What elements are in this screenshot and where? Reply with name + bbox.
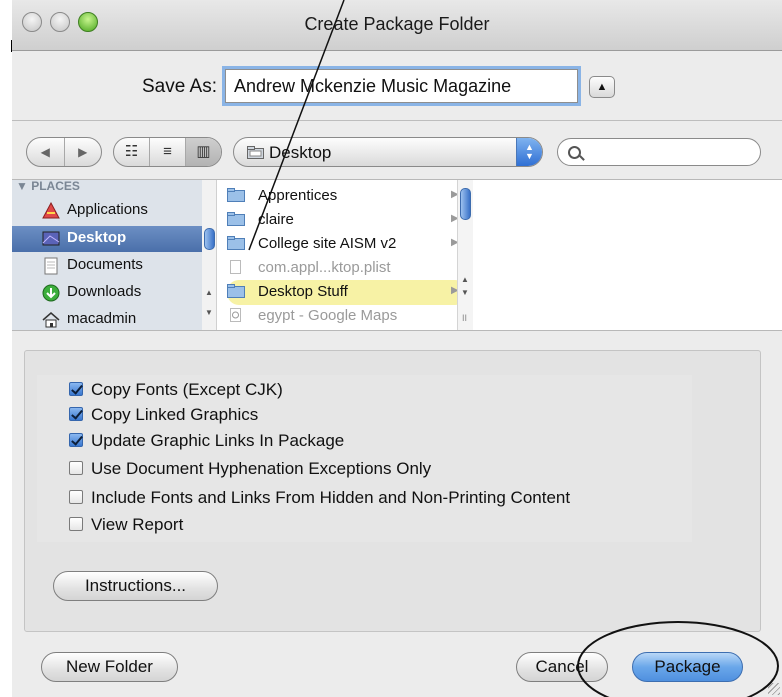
list-view-button[interactable]: ≡ — [149, 138, 185, 166]
resize-grip[interactable] — [768, 683, 780, 695]
sidebar-item-label: Applications — [67, 201, 148, 218]
scroll-down-arrow-icon[interactable]: ▼ — [205, 308, 213, 317]
chevron-up-icon: ▲ — [596, 81, 608, 93]
save-as-input[interactable]: Andrew Mckenzie Music Magazine — [225, 69, 578, 103]
checkbox-checked-icon — [69, 433, 83, 447]
folder-icon — [227, 236, 245, 250]
sidebar-item-macadmin[interactable]: macadmin — [12, 307, 202, 330]
folder-icon — [247, 146, 264, 159]
package-options-panel: Copy Fonts (Except CJK) Copy Linked Grap… — [24, 350, 761, 632]
folder-icon — [227, 212, 245, 226]
sidebar-item-label: Desktop — [67, 229, 127, 246]
search-icon — [568, 146, 581, 159]
downloads-icon — [42, 284, 60, 302]
sidebar-scroll-thumb[interactable] — [204, 228, 215, 250]
back-button[interactable]: ◀ — [27, 138, 64, 166]
file-name: Desktop Stuff — [258, 283, 348, 300]
checkbox-checked-icon — [69, 382, 83, 396]
file-name: egypt - Google Maps — [258, 307, 398, 324]
history-nav: ◀ ▶ — [26, 137, 102, 167]
file-name: Apprentices — [258, 187, 338, 204]
checkbox-label: Use Document Hyphenation Exceptions Only — [91, 459, 432, 478]
sidebar-item-label: Downloads — [67, 283, 142, 300]
list-item[interactable]: College site AISM v2 ▶ — [227, 232, 467, 257]
file-column-scrollbar[interactable]: ▲ ▼ II — [457, 180, 473, 330]
new-folder-button[interactable]: New Folder — [41, 652, 178, 682]
scroll-down-arrow-icon[interactable]: ▼ — [461, 288, 469, 297]
location-popup[interactable]: Desktop ▲ ▼ — [233, 137, 543, 167]
file-scroll-thumb[interactable] — [460, 188, 471, 220]
scroll-up-arrow-icon[interactable]: ▲ — [461, 275, 469, 284]
window-title: Create Package Folder — [304, 14, 490, 34]
instructions-button[interactable]: Instructions... — [53, 571, 218, 601]
folder-icon — [227, 284, 245, 298]
checkbox-label: Update Graphic Links In Package — [91, 431, 345, 450]
create-package-folder-dialog: Create Package Folder Save As: Andrew Mc… — [12, 0, 782, 697]
folder-icon — [227, 188, 245, 202]
sidebar-section-places: ▼ PLACES — [16, 179, 80, 193]
file-name: com.appl...ktop.plist — [258, 259, 391, 276]
sidebar-item-label: Documents — [67, 256, 143, 273]
checkbox-unchecked-icon — [69, 461, 83, 475]
checkbox-label: Copy Linked Graphics — [91, 405, 259, 424]
list-item[interactable]: com.appl...ktop.plist — [227, 256, 467, 281]
checkbox-checked-icon — [69, 407, 83, 421]
document-icon — [230, 260, 241, 274]
column-view-button[interactable]: ▥ — [185, 138, 221, 166]
file-browser: ▼ PLACES Applications Desktop Documents … — [12, 179, 782, 331]
cancel-button[interactable]: Cancel — [516, 652, 608, 682]
sidebar-scrollbar[interactable]: ▲ ▼ — [202, 180, 217, 330]
list-item[interactable]: Apprentices ▶ — [227, 184, 467, 209]
list-item[interactable]: claire ▶ — [227, 208, 467, 233]
icon-view-button[interactable]: ☷ — [114, 138, 149, 166]
list-item[interactable]: Desktop Stuff ▶ — [227, 280, 467, 305]
applications-icon — [42, 202, 60, 219]
location-label: Desktop — [269, 143, 332, 162]
home-icon — [42, 312, 60, 328]
sidebar-item-applications[interactable]: Applications — [12, 198, 202, 224]
sidebar: ▼ PLACES Applications Desktop Documents … — [12, 180, 203, 330]
checkbox-label: View Report — [91, 515, 184, 534]
search-field[interactable] — [557, 138, 761, 166]
list-item[interactable]: egypt - Google Maps — [227, 304, 467, 329]
sidebar-item-documents[interactable]: Documents — [12, 253, 202, 279]
sidebar-item-downloads[interactable]: Downloads — [12, 280, 202, 306]
title-bar: Create Package Folder — [12, 0, 782, 51]
webloc-icon — [230, 308, 241, 322]
file-name: claire — [258, 211, 294, 228]
scroll-up-arrow-icon[interactable]: ▲ — [205, 288, 213, 297]
checkbox-label: Include Fonts and Links From Hidden and … — [91, 488, 571, 507]
forward-button[interactable]: ▶ — [63, 138, 102, 166]
divider — [12, 120, 782, 121]
sidebar-item-desktop[interactable]: Desktop — [12, 226, 202, 252]
file-column: Apprentices ▶ claire ▶ College site AISM… — [227, 180, 467, 330]
file-name: College site AISM v2 — [258, 235, 397, 252]
checkbox-label: Copy Fonts (Except CJK) — [91, 380, 283, 399]
desktop-icon — [42, 231, 60, 246]
column-resize-handle[interactable]: II — [462, 313, 467, 323]
popup-arrows-icon: ▲ ▼ — [516, 138, 542, 166]
view-mode-switcher: ☷ ≡ ▥ — [113, 137, 222, 167]
documents-icon — [44, 257, 58, 275]
save-as-label: Save As: — [142, 76, 217, 97]
collapse-browser-button[interactable]: ▲ — [589, 76, 615, 98]
sidebar-item-label: macadmin — [67, 310, 137, 327]
checkbox-unchecked-icon — [69, 517, 83, 531]
checkbox-unchecked-icon — [69, 490, 83, 504]
package-button[interactable]: Package — [632, 652, 743, 682]
